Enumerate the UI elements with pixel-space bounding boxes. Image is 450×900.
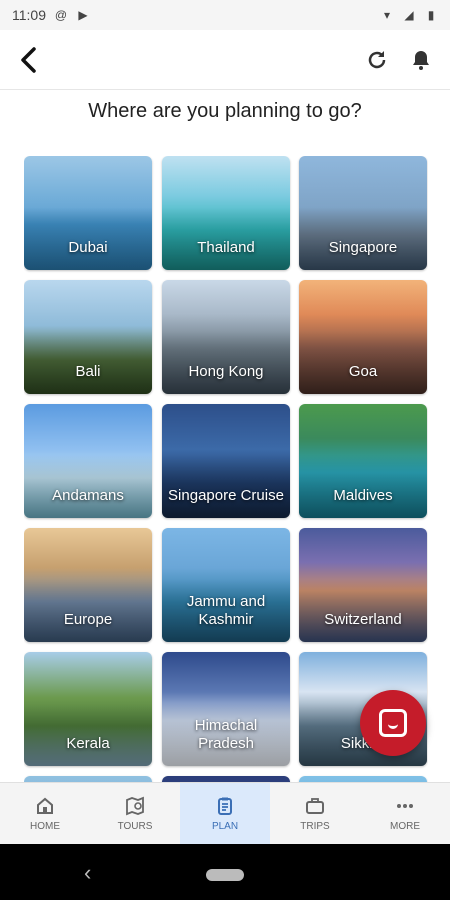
nav-plan[interactable]: PLAN [180,783,270,844]
refresh-icon[interactable] [364,47,390,73]
more-dots-icon [394,795,416,817]
app-bar-actions [364,47,440,73]
status-left: 11:09 @ ▶ [12,7,90,23]
battery-icon: ▮ [427,8,435,22]
nav-trips[interactable]: TRIPS [270,783,360,844]
nav-home[interactable]: HOME [0,783,90,844]
destination-tile[interactable]: Switzerland [299,528,427,642]
bottom-nav: HOME TOURS PLAN TRIPS MORE [0,782,450,844]
destination-label: Singapore Cruise [168,487,284,505]
destination-tile[interactable]: Maldives [299,404,427,518]
destination-label: Maldives [333,487,393,505]
home-pill-icon[interactable] [206,869,244,881]
status-time: 11:09 [12,7,46,23]
destination-label: Andamans [52,487,124,505]
status-right: ▾ ◢ ▮ [380,8,438,22]
destination-label: Goa [348,363,378,381]
destination-tile[interactable]: Himachal Pradesh [162,652,290,766]
wifi-icon: ▾ [383,8,391,22]
back-arrow-icon[interactable] [10,42,46,78]
nav-tours-label: TOURS [117,821,153,832]
briefcase-icon [304,795,326,817]
destination-label: Singapore [328,239,398,257]
destination-label: Hong Kong [188,363,264,381]
destination-tile[interactable]: Bali [24,280,152,394]
destination-tile[interactable]: Andamans [24,404,152,518]
at-sign-icon: @ [54,8,68,22]
destinations-grid: Dubai Thailand Singapore Bali Hong Kong Goa An… [24,156,428,782]
destination-label: Kerala [66,735,110,753]
nav-plan-label: PLAN [211,821,239,832]
destination-tile[interactable]: Jammu and Kashmir [162,528,290,642]
destination-label: Thailand [197,239,255,257]
destination-tile[interactable]: Singapore [299,156,427,270]
nav-tours[interactable]: TOURS [90,783,180,844]
destination-tile[interactable]: Dubai [24,156,152,270]
nav-more-label: MORE [390,821,420,832]
destination-tile[interactable]: Singapore Cruise [162,404,290,518]
play-store-icon: ▶ [78,8,88,22]
app-bar [0,30,450,90]
system-nav-bar: ‹ [0,844,450,900]
bell-icon[interactable] [408,47,434,73]
destination-label: Himachal Pradesh [194,716,258,753]
home-icon [34,795,56,817]
destination-label: Jammu and Kashmir [186,592,266,629]
destination-label: Europe [63,611,113,629]
destination-tile[interactable]: Goa [299,280,427,394]
destination-tile[interactable]: Thailand [162,156,290,270]
destination-label: Switzerland [324,611,402,629]
clipboard-icon [214,795,236,817]
chat-icon [379,709,407,737]
signal-icon: ◢ [404,8,414,22]
system-back-icon[interactable]: ‹ [84,860,91,886]
nav-more[interactable]: MORE [360,783,450,844]
destination-label: Dubai [68,239,108,257]
destination-tile[interactable]: Europe [24,528,152,642]
status-bar: 11:09 @ ▶ ▾ ◢ ▮ [0,0,450,30]
destination-label: Bali [75,363,101,381]
destination-tile[interactable]: Hong Kong [162,280,290,394]
chat-fab[interactable] [360,690,426,756]
destination-tile[interactable]: Kerala [24,652,152,766]
map-search-icon [124,795,146,817]
nav-home-label: HOME [30,821,60,832]
page-title: Where are you planning to go? [88,100,362,122]
nav-trips-label: TRIPS [300,821,330,832]
